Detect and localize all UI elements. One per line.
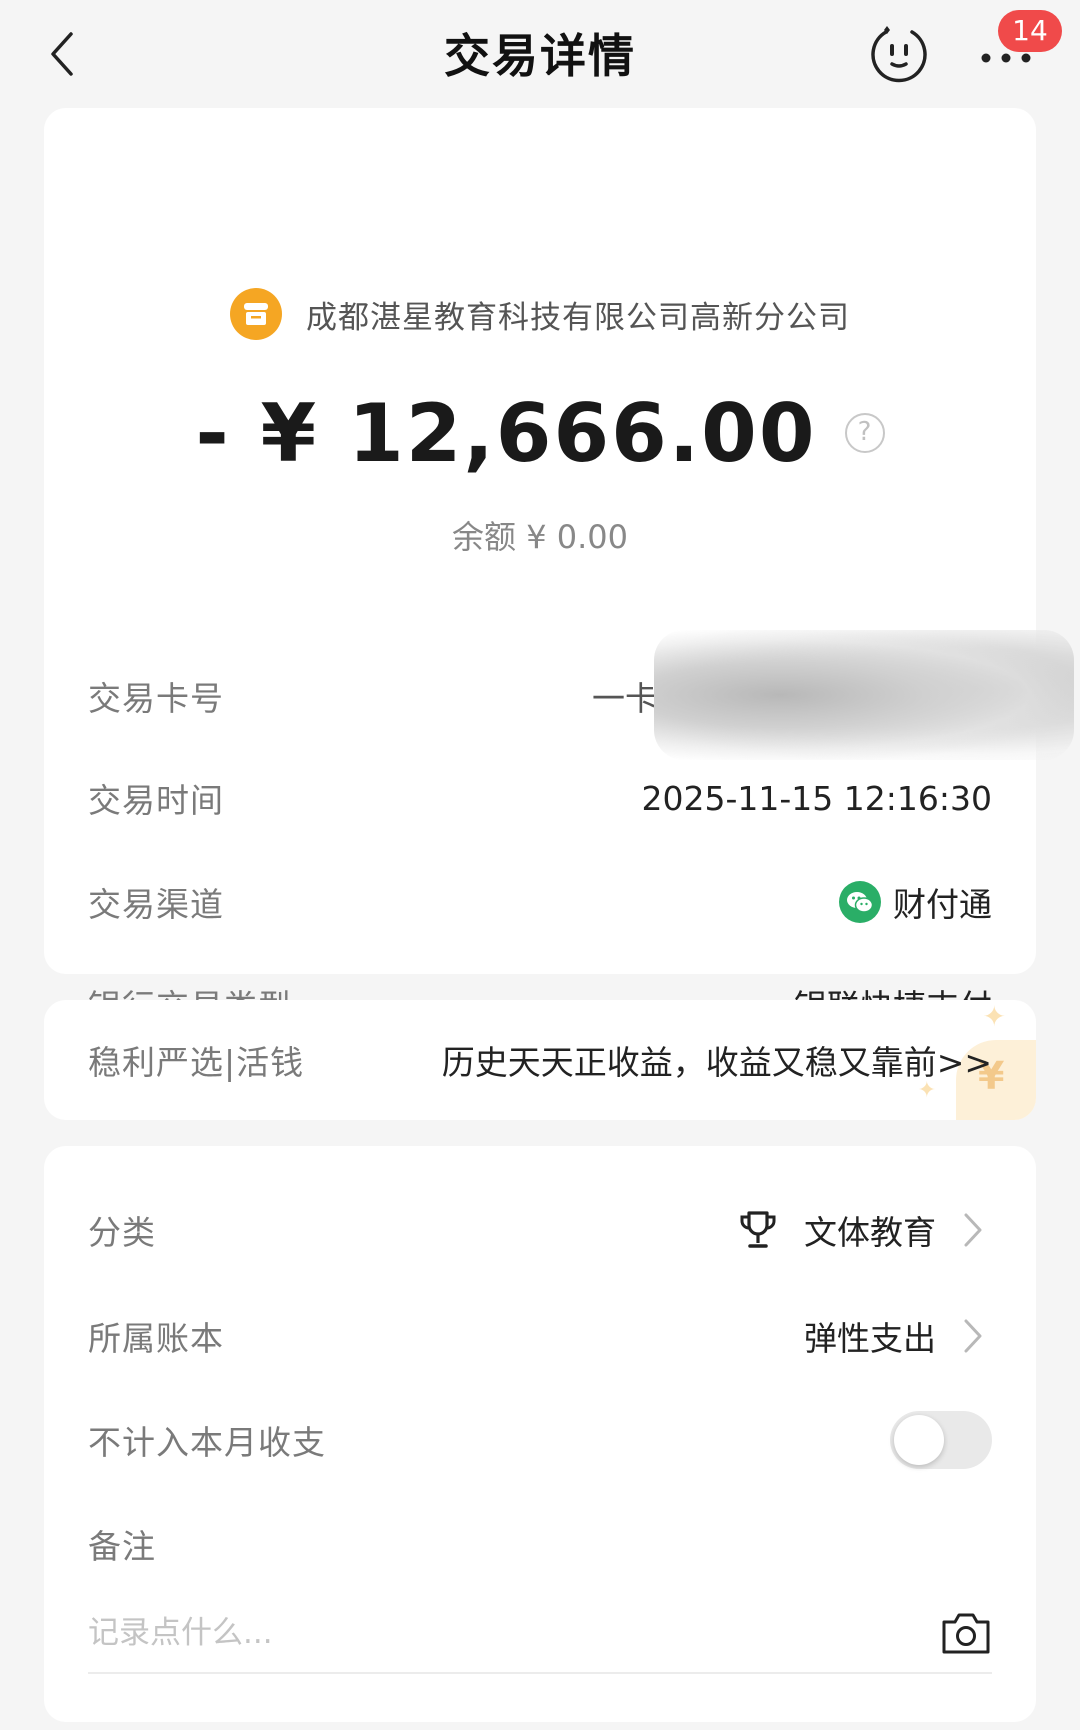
notification-badge: 14 [998,10,1062,52]
sparkle-icon: ✦ [982,1000,1006,1033]
promo-card[interactable]: ¥ ✦ ✦ 稳利严选|活钱 历史天天正收益，收益又稳又靠前>> [44,1000,1036,1120]
note-input-row [88,1602,992,1674]
service-bot-icon [871,26,927,83]
account-book-name: 弹性支出 [804,1319,936,1358]
account-book-value: 弹性支出 [804,1312,992,1360]
promo-text[interactable]: 历史天天正收益，收益又稳又靠前>> [442,1036,992,1084]
transaction-card: 成都湛星教育科技有限公司高新分公司 - ¥ 12,666.00 ? 余额 ¥ 0… [44,108,1074,1026]
transaction-detail-page: 交易详情 14 成都湛星教育科技有限公司高新分公司 - ¥ 12,666.00 … [0,0,1080,1730]
category-label: 分类 [88,1213,156,1252]
account-book-label: 所属账本 [88,1319,224,1358]
toggle-knob [894,1415,944,1465]
merchant[interactable]: 成都湛星教育科技有限公司高新分公司 [44,288,1036,340]
note-label-row: 备注 [88,1512,992,1576]
chevron-right-icon [962,1210,992,1250]
header: 交易详情 14 [0,0,1080,108]
channel-name: 财付通 [893,885,992,924]
note-input[interactable] [88,1615,788,1651]
time-label: 交易时间 [88,781,224,820]
redacted-area [654,630,1074,760]
customer-service-button[interactable] [866,22,932,88]
card-number-prefix: 一卡 [592,679,658,718]
card-number-label: 交易卡号 [88,679,224,718]
category-value: 文体教育 [738,1206,992,1254]
exclude-month-label: 不计入本月收支 [88,1423,326,1462]
category-name: 文体教育 [804,1213,936,1252]
amount-row: - ¥ 12,666.00 ? [44,378,1036,488]
category-row[interactable]: 分类 文体教育 [88,1198,992,1262]
camera-icon [942,1613,990,1654]
promo-row: 稳利严选|活钱 历史天天正收益，收益又稳又靠前>> [88,1030,992,1090]
shop-icon [230,288,282,340]
channel-row: 交易渠道 财付通 [88,872,992,932]
camera-button[interactable] [940,1610,992,1656]
promo-label: 稳利严选|活钱 [88,1043,305,1082]
trophy-icon [740,1211,776,1248]
card-number-value: 一卡 [592,630,1074,760]
exclude-month-row: 不计入本月收支 [88,1408,992,1472]
time-value: 2025-11-15 12:16:30 [641,778,992,818]
balance: 余额 ¥ 0.00 [452,518,628,556]
chevron-right-icon [962,1316,992,1356]
account-book-row[interactable]: 所属账本 弹性支出 [88,1304,992,1368]
wechat-icon [839,881,881,923]
merchant-name: 成都湛星教育科技有限公司高新分公司 [306,299,850,336]
exclude-month-toggle[interactable] [890,1411,992,1469]
time-row: 交易时间 2025-11-15 12:16:30 [88,768,992,828]
channel-value: 财付通 [839,878,992,926]
settings-card: 分类 文体教育 所属账本 弹性支出 不计入本月收支 备注 记录点什么... [44,1146,1036,1722]
channel-label: 交易渠道 [88,885,224,924]
help-icon[interactable]: ? [844,413,885,453]
transaction-amount: - ¥ 12,666.00 [195,386,817,480]
card-number-row: 交易卡号 一卡 [88,630,1074,760]
note-label: 备注 [88,1527,156,1566]
